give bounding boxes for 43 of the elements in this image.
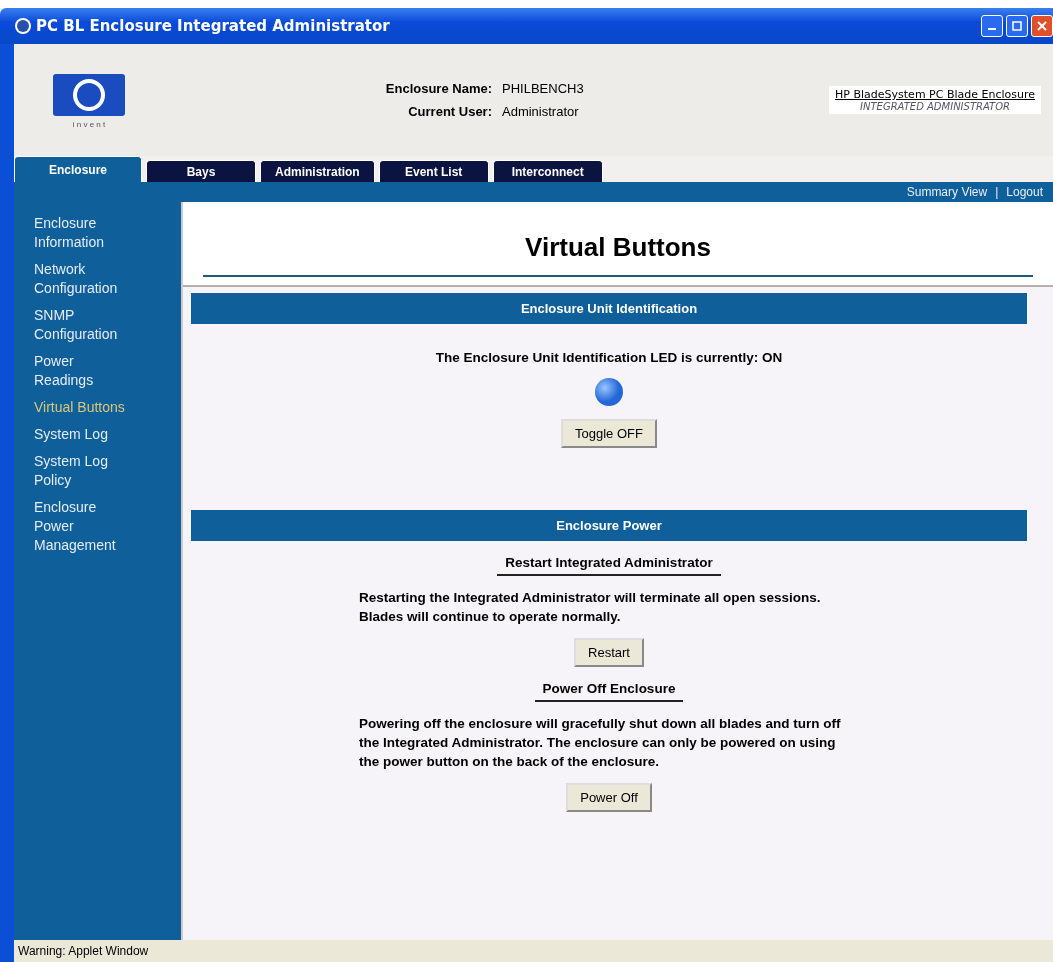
field-label: Current User: bbox=[407, 104, 492, 119]
field-value: Administrator bbox=[502, 104, 579, 119]
field-value: PHILBENCH3 bbox=[502, 81, 584, 96]
sidebar-item[interactable]: Enclosure Power Management bbox=[34, 498, 134, 555]
logo-icon bbox=[14, 17, 32, 35]
sidebar-item[interactable]: Enclosure Information bbox=[34, 214, 134, 252]
action-button[interactable]: Restart bbox=[574, 638, 644, 667]
tab[interactable]: Event List bbox=[378, 160, 489, 182]
sidebar-item[interactable]: Power Readings bbox=[34, 352, 134, 390]
brand-title: HP BladeSystem PC Blade Enclosure bbox=[835, 88, 1035, 101]
field-label: Enclosure Name: bbox=[384, 81, 492, 96]
window-title: PC BL Enclosure Integrated Administrator bbox=[36, 17, 390, 35]
minimize-button[interactable] bbox=[981, 15, 1003, 37]
tab[interactable]: Enclosure bbox=[14, 156, 142, 182]
logo-tagline: i n v e n t bbox=[72, 119, 106, 129]
close-button[interactable] bbox=[1031, 15, 1053, 37]
subsection-title: Power Off Enclosure bbox=[534, 681, 684, 702]
maximize-icon bbox=[1012, 21, 1022, 31]
toggle-button[interactable]: Toggle OFF bbox=[561, 419, 657, 448]
status-bar: Warning: Applet Window bbox=[0, 940, 1053, 962]
sidebar-item[interactable]: System Log bbox=[34, 425, 134, 444]
section-header: Enclosure Power bbox=[191, 510, 1027, 541]
tab[interactable]: Administration bbox=[260, 160, 375, 182]
action-button[interactable]: Power Off bbox=[566, 783, 652, 812]
status-text: The Enclosure Unit Identification LED is currently: ON bbox=[435, 350, 783, 365]
close-icon bbox=[1037, 21, 1047, 31]
description-text: Restarting the Integrated Administrator will terminate all open sessions. Blades will continue to operate normally. bbox=[359, 589, 822, 626]
tab[interactable]: Bays bbox=[146, 160, 256, 182]
section-header: Enclosure Unit Identification bbox=[191, 293, 1027, 324]
maximize-button[interactable] bbox=[1006, 15, 1028, 37]
subsection-title: Restart Integrated Administrator bbox=[497, 555, 721, 576]
separator: | bbox=[995, 185, 999, 199]
page-title: Virtual Buttons bbox=[203, 232, 1033, 277]
sidebar-item[interactable]: System Log Policy bbox=[34, 452, 134, 490]
sidebar-item[interactable]: Network Configuration bbox=[34, 260, 134, 298]
minimize-icon bbox=[988, 28, 996, 30]
header-link[interactable]: Logout bbox=[1006, 185, 1043, 199]
tab[interactable]: Interconnect bbox=[492, 160, 603, 182]
sidebar-item[interactable]: SNMP Configuration bbox=[34, 306, 134, 344]
sidebar-item[interactable]: Virtual Buttons bbox=[34, 398, 134, 417]
description-text: Powering off the enclosure will gracefully shut down all blades and turn off the Integrated Administrator. The enclosure can only be powered on using the power button on the back of the enclosure. bbox=[359, 715, 842, 771]
brand-subtitle: INTEGRATED ADMINISTRATOR bbox=[860, 101, 1010, 112]
header-link[interactable]: Summary View bbox=[906, 185, 988, 199]
